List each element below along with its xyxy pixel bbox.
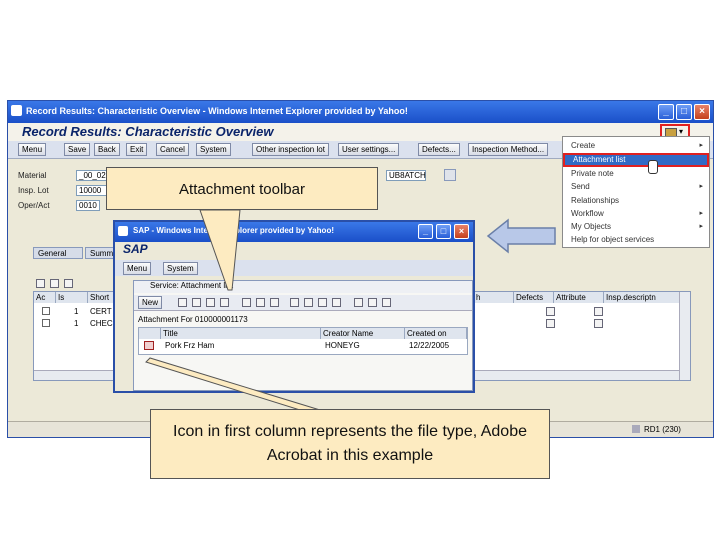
left-arrow-icon: [486, 218, 556, 254]
toolbar-callout-pointer: [199, 209, 241, 291]
callout-file-type-icon: Icon in first column represents the file…: [150, 409, 550, 479]
icon-callout-pointer: [145, 357, 321, 411]
